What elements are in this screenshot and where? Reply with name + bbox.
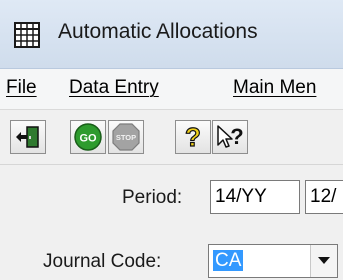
toolbar: GO STOP ? ? (0, 110, 343, 165)
journal-code-value: CA (213, 250, 244, 271)
period-from-field[interactable]: 14/YY (210, 180, 300, 214)
stop-icon: STOP (112, 123, 140, 151)
go-button[interactable]: GO (70, 120, 106, 154)
svg-text:STOP: STOP (116, 133, 136, 142)
whats-this-help-icon: ? (217, 124, 244, 149)
title-bar[interactable]: Automatic Allocations (0, 0, 343, 69)
journal-code-label: Journal Code: (43, 251, 162, 272)
help-question-icon: ? (184, 123, 201, 151)
menu-data-entry[interactable]: Data Entry (69, 77, 159, 99)
chevron-down-icon[interactable] (310, 245, 337, 277)
app-window: Automatic Allocations File Data Entry Ma… (0, 0, 343, 280)
exit-button[interactable] (10, 120, 46, 154)
help-button[interactable]: ? (175, 120, 211, 154)
menu-file[interactable]: File (6, 77, 37, 99)
form-area: Period: 14/YY 12/ Journal Code: CA (0, 165, 343, 280)
exit-door-icon (16, 126, 39, 148)
menu-bar: File Data Entry Main Men (0, 69, 343, 110)
whats-this-button[interactable]: ? (212, 120, 248, 154)
svg-text:?: ? (230, 124, 243, 149)
stop-button[interactable]: STOP (108, 120, 144, 154)
journal-code-combo[interactable]: CA (208, 244, 338, 278)
period-to-field[interactable]: 12/ (305, 180, 343, 214)
window-title: Automatic Allocations (58, 20, 258, 43)
svg-text:?: ? (185, 123, 201, 151)
period-label: Period: (122, 187, 183, 208)
go-icon: GO (74, 123, 102, 151)
grid-table-icon (14, 22, 40, 48)
svg-text:GO: GO (79, 133, 97, 145)
menu-main-menu[interactable]: Main Men (233, 77, 316, 99)
